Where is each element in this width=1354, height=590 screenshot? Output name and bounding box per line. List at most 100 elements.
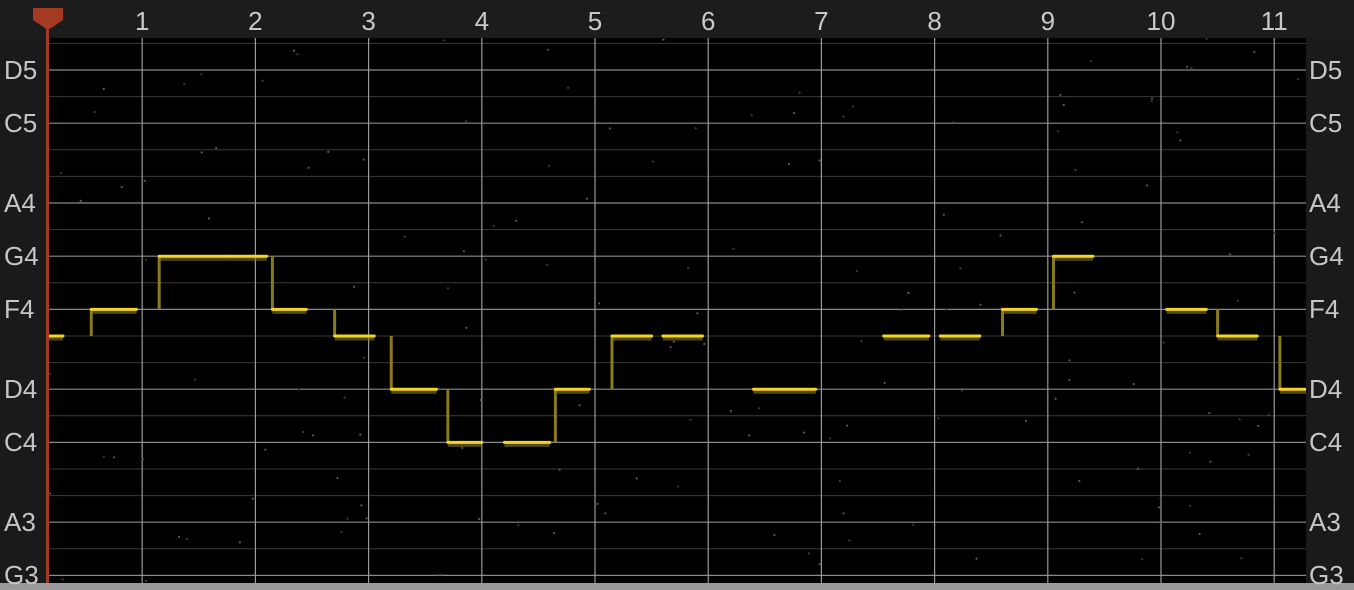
note-label-right: A3 bbox=[1309, 507, 1341, 538]
bar-number[interactable]: 4 bbox=[475, 4, 489, 38]
noise-dot bbox=[758, 407, 761, 410]
noise-dot bbox=[952, 121, 955, 124]
bar-number[interactable]: 9 bbox=[1041, 4, 1055, 38]
noise-dot bbox=[183, 83, 186, 86]
noise-dot bbox=[343, 396, 346, 399]
noise-dot bbox=[750, 114, 753, 117]
noise-dot bbox=[546, 263, 549, 267]
noise-dot bbox=[1162, 341, 1165, 344]
noise-dot bbox=[803, 431, 806, 434]
noise-dot bbox=[112, 456, 115, 459]
noise-dot bbox=[818, 563, 821, 566]
noise-dot bbox=[1059, 93, 1062, 97]
noise-dot bbox=[960, 389, 964, 392]
pitch-grid[interactable] bbox=[48, 38, 1306, 583]
noise-dot bbox=[296, 53, 299, 56]
note-label-left: C4 bbox=[4, 427, 38, 458]
noise-dot bbox=[945, 308, 948, 311]
noise-dot bbox=[144, 258, 147, 261]
noise-dot bbox=[1240, 557, 1243, 560]
playhead-marker-icon[interactable] bbox=[33, 8, 63, 30]
pitch-grid-canvas[interactable] bbox=[48, 38, 1306, 583]
noise-dot bbox=[102, 455, 105, 458]
noise-dot bbox=[1056, 130, 1059, 133]
noise-dot bbox=[1073, 291, 1076, 294]
noise-dot bbox=[696, 312, 699, 315]
horizontal-scrollbar[interactable] bbox=[0, 583, 1354, 590]
note-label-left: D5 bbox=[4, 55, 38, 85]
bar-number[interactable]: 2 bbox=[248, 4, 262, 38]
note-label-right: D4 bbox=[1309, 374, 1343, 405]
noise-dot bbox=[238, 541, 241, 544]
bar-number[interactable]: 8 bbox=[927, 4, 941, 38]
noise-dot bbox=[651, 160, 655, 163]
noise-dot bbox=[484, 258, 487, 261]
noise-dot bbox=[1150, 100, 1153, 103]
noise-dot bbox=[120, 186, 123, 189]
noise-dot bbox=[937, 417, 940, 420]
noise-dot bbox=[144, 579, 148, 583]
noise-dot bbox=[592, 252, 596, 255]
noise-dot bbox=[251, 497, 255, 500]
noise-dot bbox=[694, 127, 697, 130]
bar-ruler[interactable]: 1 2 3 4 5 6 7 8 9 10 11 bbox=[0, 0, 1354, 38]
note-label-left: C5 bbox=[4, 108, 38, 139]
noise-dot bbox=[1146, 184, 1149, 187]
noise-dot bbox=[93, 111, 96, 114]
noise-dot bbox=[828, 437, 832, 440]
bar-number[interactable]: 5 bbox=[588, 4, 602, 38]
noise-dot bbox=[1188, 504, 1192, 507]
noise-dot bbox=[842, 512, 845, 515]
noise-dot bbox=[855, 269, 858, 273]
bar-number[interactable]: 1 bbox=[135, 4, 149, 38]
noise-dot bbox=[1078, 480, 1081, 483]
bar-number[interactable]: 3 bbox=[361, 4, 375, 38]
noise-dot bbox=[900, 308, 903, 311]
noise-dot bbox=[461, 446, 464, 449]
noise-dot bbox=[515, 219, 518, 222]
noise-dot bbox=[1159, 522, 1162, 525]
noise-dot bbox=[1068, 378, 1071, 381]
noise-dot bbox=[302, 430, 305, 434]
noise-dot bbox=[1159, 497, 1162, 500]
playhead-line[interactable] bbox=[46, 28, 49, 583]
bar-number[interactable]: 7 bbox=[814, 4, 828, 38]
noise-dot bbox=[264, 448, 267, 451]
noise-dot bbox=[1228, 253, 1232, 256]
noise-dot bbox=[479, 399, 482, 402]
noise-dot bbox=[462, 250, 465, 253]
noise-dot bbox=[1209, 460, 1212, 463]
noise-dot bbox=[442, 39, 445, 42]
noise-dot bbox=[1247, 453, 1250, 456]
bar-number[interactable]: 6 bbox=[701, 4, 715, 38]
noise-dot bbox=[604, 512, 607, 515]
noise-dot bbox=[585, 197, 589, 200]
noise-dot bbox=[478, 517, 481, 521]
note-label-right: G3 bbox=[1309, 560, 1344, 590]
noise-dot bbox=[848, 539, 851, 542]
noise-dot bbox=[200, 73, 203, 76]
bar-number[interactable]: 10 bbox=[1147, 4, 1176, 38]
noise-dot bbox=[1273, 231, 1276, 235]
noise-dot bbox=[1190, 66, 1193, 69]
noise-dot bbox=[185, 537, 188, 540]
noise-dot bbox=[912, 523, 915, 526]
noise-dot bbox=[732, 247, 735, 250]
noise-dot bbox=[1062, 103, 1065, 106]
noise-dot bbox=[48, 492, 52, 495]
bar-number[interactable]: 11 bbox=[1261, 4, 1288, 38]
noise-dot bbox=[1081, 221, 1084, 224]
note-label-left: A4 bbox=[4, 188, 36, 218]
noise-dot bbox=[359, 433, 362, 436]
noise-dot bbox=[748, 434, 751, 437]
note-label-left: G3 bbox=[4, 560, 39, 590]
noise-dot bbox=[1136, 467, 1139, 470]
noise-dot bbox=[177, 535, 181, 539]
noise-dot bbox=[60, 172, 63, 175]
noise-dot bbox=[200, 151, 203, 154]
noise-dot bbox=[261, 79, 264, 82]
noise-dot bbox=[1253, 50, 1256, 53]
note-label-right: A4 bbox=[1309, 188, 1341, 218]
note-label-left: F4 bbox=[4, 294, 35, 325]
note-label-right: F4 bbox=[1309, 294, 1340, 325]
